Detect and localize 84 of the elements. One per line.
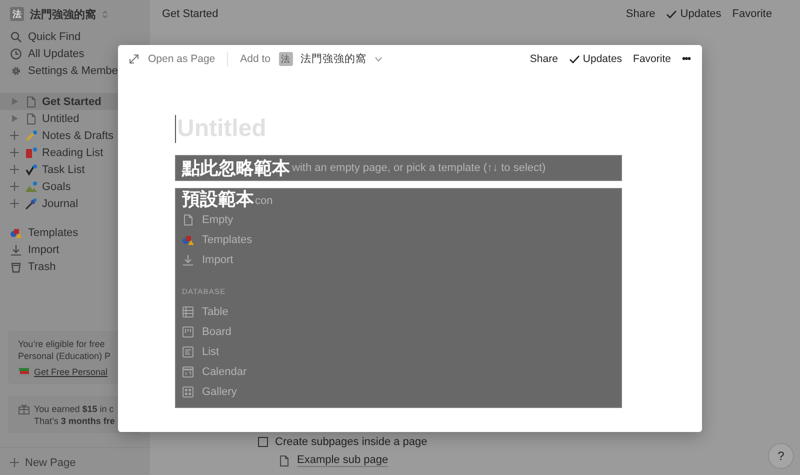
checkmark-icon [25,164,37,176]
templates-icon [10,226,22,238]
credit-text: That’s 3 months fre [34,415,115,427]
clock-icon [10,48,22,60]
plus-icon[interactable] [10,458,19,467]
help-button[interactable]: ? [768,443,794,469]
page-item[interactable]: Notes & Drafts [0,127,150,144]
book-icon [25,146,37,158]
sidebar-item[interactable]: Trash [28,260,56,272]
page-item[interactable]: Goals [0,178,150,195]
expand-arrow-icon[interactable] [12,98,18,105]
templates-icon [182,234,194,246]
table-icon [182,306,194,318]
search-icon [10,30,22,42]
microphone-icon [25,198,37,210]
workspace-selector[interactable]: 法門強強的窩 [300,52,366,66]
board-icon [182,326,194,338]
plus-icon[interactable] [10,182,19,191]
page-item[interactable]: Task List [0,161,150,178]
switch-arrows-icon[interactable] [102,10,108,18]
add-to-label: Add to [240,53,270,65]
list-icon [182,346,194,358]
chevron-down-icon[interactable] [374,56,382,62]
page-item[interactable]: Journal [0,195,150,212]
plus-icon[interactable] [10,199,19,208]
mountain-icon [25,180,37,192]
workspace-name[interactable]: 法門強強的窩 [30,6,96,22]
page-item[interactable]: Untitled [0,110,150,127]
checkmark-icon [666,10,678,18]
new-page-button[interactable]: New Page [25,456,76,468]
sidebar-item[interactable]: All Updates [28,48,84,60]
sidebar-item[interactable]: Settings & Membe [28,64,118,76]
subpage-link[interactable]: Example sub page [297,454,388,467]
page-title: Get Started [162,8,218,20]
expand-icon [128,53,140,65]
checkmark-icon [568,54,580,64]
open-as-page-button[interactable]: Open as Page [148,53,216,65]
annotation-label: 點此忽略範本 [182,157,290,179]
hint-text: con [255,195,273,207]
credit-text: You earned $15 in c [34,403,115,415]
calendar-icon [182,366,194,378]
sidebar-item[interactable]: Import [28,244,60,256]
menu-item[interactable]: Board [202,326,232,338]
more-button[interactable]: ••• [682,53,690,65]
menu-item[interactable]: Empty [202,214,234,226]
checkbox[interactable] [258,437,268,447]
annotation-label: 預設範本 [182,188,254,210]
toolbar-button[interactable]: Share [530,53,558,65]
page-item[interactable]: Reading List [0,144,150,161]
promo-link[interactable]: Get Free Personal [34,366,108,378]
workspace-icon: 法 [278,52,292,66]
sidebar-item[interactable]: Templates [28,226,78,238]
sidebar-item[interactable]: Quick Find [28,30,81,42]
page-icon [182,214,194,226]
toolbar-button[interactable]: Favorite [633,53,671,65]
toolbar-button[interactable]: Share [626,8,656,20]
workspace-icon: 法 [10,7,24,21]
menu-item[interactable]: List [202,346,220,358]
download-icon [10,244,22,256]
todo-text: Create subpages inside a page [275,436,428,448]
plus-icon[interactable] [10,148,19,157]
toolbar-button[interactable]: Updates [666,8,722,20]
gift-icon [18,403,30,415]
promo-text: Personal (Education) P [18,350,112,362]
download-icon [182,254,194,266]
gallery-icon [182,386,194,398]
menu-item[interactable]: Table [202,306,228,318]
expand-arrow-icon[interactable] [12,115,18,122]
toolbar-button[interactable]: Updates [568,53,622,65]
page-icon [25,96,37,108]
plus-icon[interactable] [10,131,19,140]
promo-text: You’re eligible for free [18,338,106,350]
menu-item[interactable]: Templates [202,234,252,246]
trash-icon [10,260,22,272]
menu-item[interactable]: Import [202,254,234,266]
toolbar-button[interactable]: Favorite [732,8,772,20]
page-icon [278,454,290,466]
menu-item[interactable]: Gallery [202,386,237,398]
menu-item[interactable]: Calendar [202,366,247,378]
settings-icon [10,64,22,76]
hint-text: with an empty page, or pick a template (↑↓ to select) [292,162,546,174]
page-icon [25,112,37,124]
plus-icon[interactable] [10,165,19,174]
pen-icon [25,130,37,142]
